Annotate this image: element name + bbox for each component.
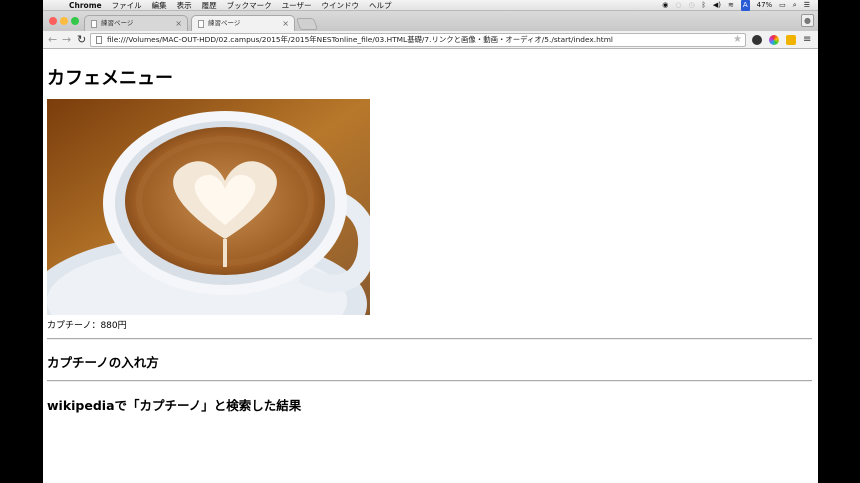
divider — [47, 380, 812, 382]
close-window-button[interactable] — [49, 17, 57, 25]
page-content: カフェメニュー カプチーノ：880円 カプチーノの入れ方 wikipediaで「… — [43, 50, 818, 483]
menu-edit[interactable]: 編集 — [152, 0, 167, 11]
notification-center-icon[interactable]: ☰ — [804, 0, 810, 11]
cloud-icon[interactable]: ○ — [675, 0, 681, 11]
page-title: カフェメニュー — [47, 68, 173, 89]
tab-strip: 練習ページ × 練習ページ × ● — [43, 11, 818, 31]
page-icon — [96, 36, 102, 44]
url-text: file:///Volumes/MAC-OUT-HDD/02.campus/20… — [107, 35, 613, 44]
forward-icon[interactable]: → — [62, 33, 71, 46]
menu-bookmarks[interactable]: ブックマーク — [227, 0, 272, 11]
divider — [47, 338, 812, 340]
close-icon[interactable]: × — [282, 16, 289, 31]
extension-mail-icon[interactable] — [786, 35, 796, 45]
toolbar: ← → ↻ file:///Volumes/MAC-OUT-HDD/02.cam… — [43, 31, 818, 49]
new-tab-button[interactable] — [295, 18, 319, 30]
input-source-icon[interactable]: A — [740, 0, 750, 11]
address-bar[interactable]: file:///Volumes/MAC-OUT-HDD/02.campus/20… — [90, 33, 746, 47]
volume-icon[interactable]: ◀) — [713, 0, 721, 11]
tab-title: 練習ページ — [101, 19, 134, 27]
wifi-icon[interactable]: ≋ — [728, 0, 734, 11]
page-icon — [91, 20, 97, 28]
menu-history[interactable]: 履歴 — [202, 0, 217, 11]
close-icon[interactable]: × — [175, 16, 182, 31]
time-machine-icon[interactable]: ◷ — [689, 0, 695, 11]
minimize-window-button[interactable] — [60, 17, 68, 25]
profile-icon[interactable]: ● — [801, 14, 814, 27]
reload-icon[interactable]: ↻ — [77, 33, 86, 46]
battery-percent[interactable]: 47% — [757, 0, 773, 11]
menubar: Chrome ファイル 編集 表示 履歴 ブックマーク ユーザー ウインドウ ヘ… — [43, 0, 818, 11]
photo-caption: カプチーノ：880円 — [47, 321, 127, 331]
menu-app-name[interactable]: Chrome — [69, 0, 102, 11]
bluetooth-icon[interactable]: ᛒ — [702, 0, 706, 11]
menu-users[interactable]: ユーザー — [282, 0, 312, 11]
menu-view[interactable]: 表示 — [177, 0, 192, 11]
spotlight-icon[interactable]: ⌕ — [793, 0, 797, 11]
page-icon — [198, 20, 204, 28]
bookmark-star-icon[interactable]: ★ — [733, 33, 742, 46]
heading-howto: カプチーノの入れ方 — [47, 355, 159, 370]
status-area: ◉ ○ ◷ ᛒ ◀) ≋ A 47% ▭ ⌕ ☰ — [662, 0, 818, 11]
extension-colorful-icon[interactable] — [769, 35, 779, 45]
menu-file[interactable]: ファイル — [112, 0, 142, 11]
tab-title: 練習ページ — [208, 19, 241, 27]
tab-1[interactable]: 練習ページ × — [84, 15, 188, 31]
zoom-window-button[interactable] — [71, 17, 79, 25]
tab-2[interactable]: 練習ページ × — [191, 15, 295, 31]
cappuccino-photo — [47, 99, 370, 315]
chrome-menu-icon[interactable]: ≡ — [803, 33, 811, 46]
screen: Chrome ファイル 編集 表示 履歴 ブックマーク ユーザー ウインドウ ヘ… — [43, 0, 818, 483]
record-icon[interactable]: ◉ — [662, 0, 668, 11]
menu-help[interactable]: ヘルプ — [369, 0, 392, 11]
back-icon[interactable]: ← — [48, 33, 57, 46]
menu-window[interactable]: ウインドウ — [321, 0, 359, 11]
extension-dark-icon[interactable] — [752, 35, 762, 45]
battery-icon[interactable]: ▭ — [779, 0, 786, 11]
heading-wikipedia: wikipediaで「カプチーノ」と検索した結果 — [47, 398, 302, 413]
